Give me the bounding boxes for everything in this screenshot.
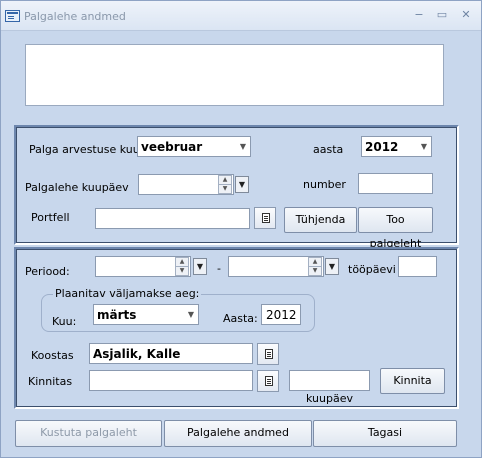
portfolio-label: Portfell	[31, 211, 70, 224]
payout-year-value: 2012	[266, 308, 297, 322]
approve-button[interactable]: Kinnita	[380, 368, 445, 394]
chevron-down-icon[interactable]: ▼	[236, 137, 250, 156]
delete-payslip-button[interactable]: Kustuta palgaleht	[15, 420, 162, 447]
payroll-month-label: Palga arvestuse kuu	[29, 143, 140, 156]
document-list-icon	[265, 349, 273, 359]
window-title: Palgalehe andmed	[24, 10, 126, 23]
close-button[interactable]: ✕	[457, 8, 475, 22]
clear-button[interactable]: Tühjenda	[284, 207, 357, 233]
payout-year-label: Aasta:	[223, 312, 258, 325]
approved-by-label: Kinnitas	[28, 375, 73, 388]
chevron-down-icon[interactable]: ▼	[417, 137, 431, 156]
compiled-by-value: Asjalik, Kalle	[93, 347, 181, 361]
year-value: 2012	[365, 140, 399, 154]
document-list-icon	[265, 376, 273, 386]
payout-month-value: märts	[97, 308, 137, 322]
approval-date-caption: kuupäev	[306, 392, 353, 405]
period-dash: -	[217, 262, 221, 275]
payslip-window: Palgalehe andmed − ▭ ✕ Palga arvestuse k…	[0, 0, 482, 458]
payout-month-select[interactable]: märts ▼	[93, 304, 199, 325]
payroll-month-select[interactable]: veebruar ▼	[137, 136, 251, 157]
planned-payout-legend: Plaanitav väljamakse aeg:	[53, 287, 202, 300]
period-label: Periood:	[25, 265, 70, 278]
window-form-icon	[5, 10, 20, 22]
payroll-month-value: veebruar	[141, 140, 203, 154]
minimize-button[interactable]: −	[410, 8, 428, 22]
period-end-spinner[interactable]: ▲ ▼	[308, 257, 322, 276]
portfolio-lookup-button[interactable]	[254, 207, 276, 229]
number-input[interactable]	[358, 173, 433, 194]
restore-button[interactable]: ▭	[433, 8, 451, 22]
notes-memo[interactable]	[25, 44, 444, 106]
document-list-icon	[262, 213, 270, 223]
fetch-payslip-button[interactable]: Too palgeleht	[358, 207, 433, 250]
workdays-label: tööpäevi	[348, 263, 396, 276]
number-label: number	[303, 178, 346, 191]
portfolio-input[interactable]	[95, 208, 250, 229]
payslip-date-dropdown-button[interactable]: ▼	[235, 176, 249, 193]
period-start-spinner[interactable]: ▲ ▼	[175, 257, 189, 276]
year-label: aasta	[313, 143, 344, 156]
period-end-dropdown-button[interactable]: ▼	[325, 258, 339, 275]
approval-date-input[interactable]	[289, 370, 370, 391]
chevron-down-icon[interactable]: ▼	[184, 305, 198, 324]
compiled-by-input[interactable]: Asjalik, Kalle	[89, 343, 253, 364]
payslip-date-spinner[interactable]: ▲ ▼	[218, 175, 232, 194]
title-bar: Palgalehe andmed − ▭ ✕	[1, 1, 481, 31]
period-start-dropdown-button[interactable]: ▼	[193, 258, 207, 275]
compiled-by-label: Koostas	[31, 349, 74, 362]
approved-by-lookup-button[interactable]	[257, 370, 279, 392]
payslip-date-label: Palgalehe kuupäev	[25, 181, 129, 194]
year-select[interactable]: 2012 ▼	[361, 136, 432, 157]
compiled-by-lookup-button[interactable]	[257, 343, 279, 365]
back-button[interactable]: Tagasi	[313, 420, 457, 447]
approved-by-input[interactable]	[89, 370, 253, 391]
payout-year-input[interactable]: 2012	[261, 304, 301, 325]
payout-month-label: Kuu:	[52, 315, 77, 328]
payslip-data-button[interactable]: Palgalehe andmed	[164, 420, 312, 447]
workdays-input[interactable]	[398, 256, 437, 277]
